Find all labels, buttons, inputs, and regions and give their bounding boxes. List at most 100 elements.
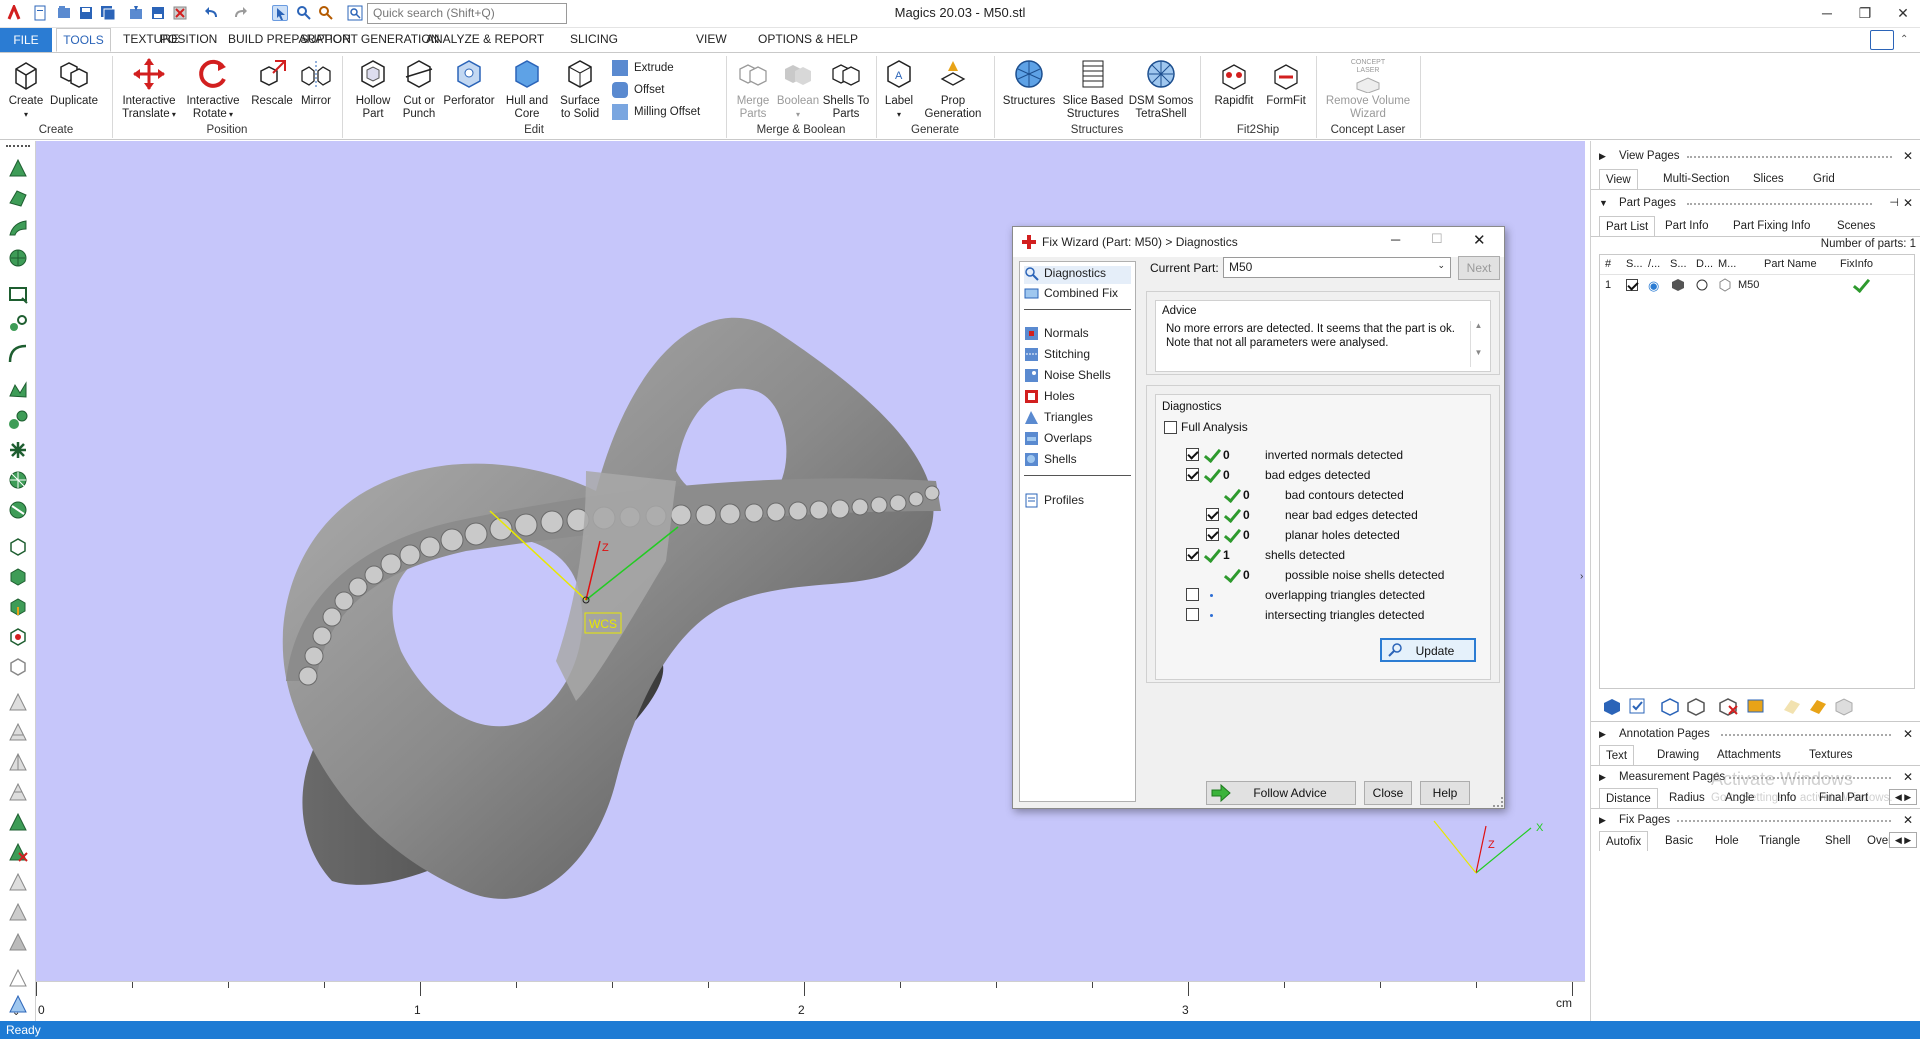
measure-triangle-icon[interactable] bbox=[7, 691, 29, 713]
part-pages-header[interactable]: ▼ Part Pages ⊣ ✕ bbox=[1591, 194, 1920, 214]
measure-edges-icon[interactable] bbox=[7, 781, 29, 803]
menu-slicing[interactable]: VIEW bbox=[696, 32, 727, 46]
col-display[interactable]: D... bbox=[1696, 258, 1713, 270]
pin-icon[interactable]: ⊣ bbox=[1889, 196, 1899, 209]
layout-toggle-icon[interactable] bbox=[1870, 30, 1894, 50]
save-all-icon[interactable] bbox=[100, 5, 116, 21]
tab-info[interactable]: Info bbox=[1771, 788, 1802, 808]
nav-triangles[interactable]: Triangles bbox=[1024, 410, 1093, 428]
intersecting-triangles-checkbox[interactable] bbox=[1186, 608, 1199, 621]
select-mode-icon[interactable] bbox=[272, 5, 288, 21]
hull-and-core-button[interactable]: Hull and Core bbox=[502, 57, 552, 121]
update-button[interactable]: Update bbox=[1380, 638, 1476, 662]
material-icon[interactable] bbox=[1718, 278, 1732, 295]
nav-stitching[interactable]: Stitching bbox=[1024, 347, 1090, 365]
extrude-button[interactable]: Extrude bbox=[612, 60, 674, 76]
mark-volume-icon[interactable] bbox=[7, 625, 29, 647]
scroll-down-icon[interactable]: ▼ bbox=[1471, 348, 1486, 357]
collapse-icon[interactable]: ▼ bbox=[1599, 198, 1608, 208]
mark-lasso-icon[interactable] bbox=[7, 313, 29, 335]
tab-textures[interactable]: Textures bbox=[1803, 745, 1858, 765]
tab-view[interactable]: View bbox=[1599, 169, 1638, 189]
interactive-translate-button[interactable]: Interactive Translate ▾ bbox=[118, 57, 180, 121]
invert-selection-icon[interactable] bbox=[1659, 696, 1681, 719]
nav-combined-fix[interactable]: Combined Fix bbox=[1024, 286, 1118, 304]
shells-to-parts-button[interactable]: Shells To Parts bbox=[822, 57, 870, 121]
tab-scroll-arrows[interactable]: ◀ ▶ bbox=[1889, 789, 1917, 805]
mark-curve-icon[interactable] bbox=[7, 343, 29, 365]
inverted-normals-checkbox[interactable] bbox=[1186, 448, 1199, 461]
menu-view[interactable]: OPTIONS & HELP bbox=[758, 32, 858, 46]
measure-gray-2-icon[interactable] bbox=[7, 901, 29, 923]
unload-part-icon[interactable] bbox=[172, 5, 188, 21]
nav-overlaps[interactable]: Overlaps bbox=[1024, 431, 1092, 449]
mark-contour-icon[interactable] bbox=[7, 379, 29, 401]
overlapping-triangles-checkbox[interactable] bbox=[1186, 588, 1199, 601]
milling-offset-button[interactable]: Milling Offset bbox=[612, 104, 700, 120]
expand-icon[interactable]: ▶ bbox=[1599, 772, 1606, 783]
remove-volume-wizard-button[interactable]: CONCEPT LASER Remove Volume Wizard bbox=[1322, 57, 1414, 121]
menu-file[interactable]: FILE bbox=[0, 28, 52, 52]
mark-outline-icon[interactable] bbox=[7, 655, 29, 677]
tab-part-info[interactable]: Part Info bbox=[1659, 216, 1714, 236]
current-part-select[interactable]: M50 ⌄ bbox=[1223, 257, 1451, 278]
zoom-select-icon[interactable] bbox=[318, 5, 334, 21]
mark-part-icon[interactable] bbox=[7, 595, 29, 617]
mirror-button[interactable]: Mirror bbox=[296, 57, 336, 108]
rescale-button[interactable]: Rescale bbox=[250, 57, 294, 108]
col-number[interactable]: # bbox=[1605, 258, 1611, 270]
save-part-icon[interactable] bbox=[150, 5, 166, 21]
dialog-minimize-button[interactable]: ─ bbox=[1391, 232, 1400, 247]
boolean-button[interactable]: Boolean ▾ bbox=[776, 57, 820, 121]
tab-shell[interactable]: Shell bbox=[1819, 831, 1857, 851]
duplicate-part-icon[interactable] bbox=[1685, 696, 1707, 719]
unload-part-icon[interactable] bbox=[1717, 696, 1739, 719]
interactive-rotate-button[interactable]: Interactive Rotate ▾ bbox=[184, 57, 242, 121]
unmark-icon[interactable] bbox=[7, 535, 29, 557]
next-button[interactable]: Next bbox=[1458, 256, 1500, 280]
panel-splitter-icon[interactable]: › bbox=[1580, 571, 1583, 582]
tab-drawing[interactable]: Drawing bbox=[1651, 745, 1705, 765]
save-icon[interactable] bbox=[78, 5, 94, 21]
nav-shells[interactable]: Shells bbox=[1024, 452, 1077, 470]
tab-part-list[interactable]: Part List bbox=[1599, 216, 1656, 236]
table-row[interactable]: 1 ◉ M50 bbox=[1600, 276, 1914, 296]
part-group-icon[interactable] bbox=[1833, 696, 1855, 719]
col-fixinfo[interactable]: FixInfo bbox=[1840, 258, 1873, 270]
tab-hole[interactable]: Hole bbox=[1709, 831, 1745, 851]
advice-scrollbar[interactable]: ▲ ▼ bbox=[1470, 321, 1486, 367]
part-properties-icon[interactable] bbox=[1745, 696, 1767, 719]
tab-scenes[interactable]: Scenes bbox=[1831, 216, 1881, 236]
tab-grid[interactable]: Grid bbox=[1807, 169, 1841, 189]
create-button[interactable]: Create ▾ bbox=[6, 57, 46, 121]
tab-angle[interactable]: Angle bbox=[1719, 788, 1760, 808]
expand-icon[interactable]: ▶ bbox=[1599, 815, 1606, 826]
zoom-icon[interactable] bbox=[296, 5, 312, 21]
load-part-icon[interactable] bbox=[1601, 696, 1623, 719]
tab-scroll-arrows[interactable]: ◀ ▶ bbox=[1889, 832, 1917, 848]
close-icon[interactable]: ✕ bbox=[1903, 149, 1913, 163]
tab-attachments[interactable]: Attachments bbox=[1711, 745, 1787, 765]
offset-button[interactable]: Offset bbox=[612, 82, 664, 98]
measure-outline-icon[interactable] bbox=[7, 967, 29, 989]
tab-text[interactable]: Text bbox=[1599, 745, 1635, 765]
close-window-button[interactable]: ✕ bbox=[1888, 2, 1918, 24]
undo-icon[interactable] bbox=[204, 5, 220, 21]
restore-button[interactable]: ❐ bbox=[1850, 2, 1880, 24]
fix-pages-header[interactable]: ▶ Fix Pages ✕ bbox=[1591, 811, 1920, 831]
cut-or-punch-button[interactable]: Cut or Punch bbox=[398, 57, 440, 121]
eye-icon[interactable]: ◉ bbox=[1648, 278, 1659, 294]
shells-checkbox[interactable] bbox=[1186, 548, 1199, 561]
ribbon-collapse-icon[interactable]: ⌃ bbox=[1900, 34, 1908, 45]
annotation-pages-header[interactable]: ▶ Annotation Pages ✕ bbox=[1591, 725, 1920, 745]
shading-icon[interactable] bbox=[1670, 278, 1686, 295]
dialog-title-bar[interactable]: Fix Wizard (Part: M50) > Diagnostics ─ ☐… bbox=[1013, 227, 1504, 257]
mark-all-icon[interactable] bbox=[7, 439, 29, 461]
bad-edges-checkbox[interactable] bbox=[1186, 468, 1199, 481]
hollow-part-button[interactable]: Hollow Part bbox=[350, 57, 396, 121]
close-icon[interactable]: ✕ bbox=[1903, 727, 1913, 741]
row-select-checkbox[interactable] bbox=[1626, 279, 1638, 291]
structures-button[interactable]: Structures bbox=[1000, 57, 1058, 108]
minimize-button[interactable]: ─ bbox=[1812, 2, 1842, 24]
tab-part-fixing-info[interactable]: Part Fixing Info bbox=[1727, 216, 1816, 236]
